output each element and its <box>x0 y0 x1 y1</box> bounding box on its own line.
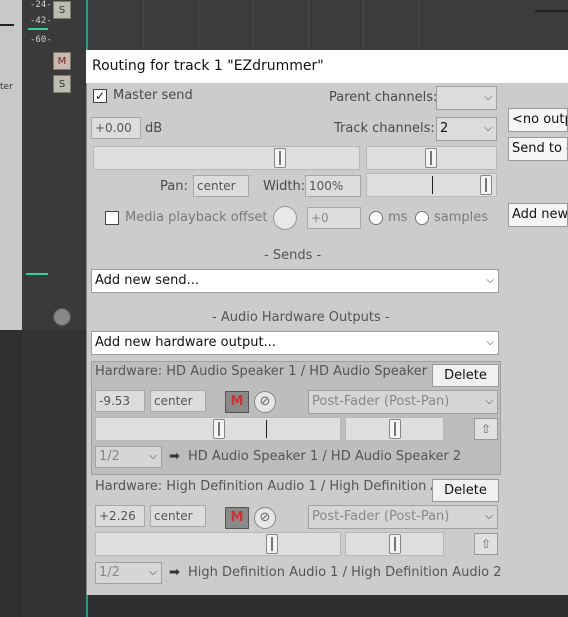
ms-radio[interactable] <box>369 211 383 225</box>
mute-button[interactable]: M <box>53 52 71 70</box>
delete-button[interactable]: Delete <box>432 364 499 387</box>
phase-invert-icon[interactable]: ⊘ <box>254 507 276 529</box>
media-offset-label: Media playback offset <box>125 210 268 225</box>
hw-channel-select[interactable]: 1/2 ⌵ <box>95 562 162 584</box>
track-channels-label: Track channels: <box>334 121 435 136</box>
chevron-down-icon: ⌵ <box>485 511 493 522</box>
dialog-title: Routing for track 1 "EZdrummer" <box>92 58 324 74</box>
envelope-icon[interactable]: ⇧ <box>474 418 498 440</box>
output-select[interactable]: <no outpu <box>508 108 568 132</box>
master-send-label: Master send <box>113 88 193 103</box>
track-label-partial: ter <box>0 82 13 92</box>
volume-unit: dB <box>145 121 163 136</box>
hw-volume-thumb[interactable] <box>266 534 278 554</box>
hw-pan-field[interactable]: center <box>150 505 206 527</box>
width-slider[interactable] <box>366 173 497 197</box>
pan-slider-thumb[interactable] <box>425 148 437 168</box>
track-channels-select[interactable]: 2 ⌵ <box>436 117 497 141</box>
chevron-down-icon: ⌵ <box>149 567 157 578</box>
hw-output-header: Hardware: HD Audio Speaker 1 / HD Audio … <box>95 364 440 379</box>
hw-volume-thumb[interactable] <box>213 419 225 439</box>
chevron-down-icon: ⌵ <box>485 396 493 407</box>
volume-slider-thumb[interactable] <box>274 148 286 168</box>
parent-channels-label: Parent channels: <box>329 90 438 105</box>
edit-cursor-bottom <box>86 595 88 617</box>
divider <box>0 24 14 26</box>
hw-destination: HD Audio Speaker 1 / HD Audio Speaker 2 <box>188 449 462 464</box>
hw-volume-zero-mark <box>266 420 267 438</box>
master-send-checkbox[interactable]: ✓ <box>93 89 107 103</box>
parent-channels-select[interactable]: ⌵ <box>436 86 497 110</box>
hw-channel-select[interactable]: 1/2 ⌵ <box>95 446 162 468</box>
meter-tick: -42- <box>30 16 52 26</box>
hw-pan-slider[interactable] <box>345 417 444 441</box>
send-to-button[interactable]: Send to o <box>508 137 568 161</box>
media-offset-checkbox[interactable] <box>105 211 119 225</box>
meter-peak <box>28 28 48 30</box>
hw-pan-thumb[interactable] <box>389 419 401 439</box>
solo-button[interactable]: S <box>53 1 71 19</box>
add-hw-output-select[interactable]: Add new hardware output... ⌵ <box>91 331 499 355</box>
hw-mute-button[interactable]: M <box>225 507 249 529</box>
pan-field[interactable]: center <box>193 175 249 197</box>
hw-pan-slider[interactable] <box>345 532 444 556</box>
phase-icon[interactable] <box>53 308 71 326</box>
chevron-down-icon: ⌵ <box>484 123 492 134</box>
offset-knob[interactable] <box>273 206 297 230</box>
volume-field[interactable]: +0.00 <box>91 117 141 139</box>
hw-mute-button[interactable]: M <box>225 391 249 413</box>
arrange-bottom <box>88 595 568 617</box>
arrow-right-icon: ➡ <box>169 565 180 580</box>
meter-tick: -60- <box>30 35 52 45</box>
arrow-right-icon: ➡ <box>169 449 180 464</box>
meter-level <box>26 273 48 275</box>
media-offset-field[interactable]: +0 <box>307 207 361 229</box>
width-field[interactable]: 100% <box>305 175 361 197</box>
envelope-icon[interactable]: ⇧ <box>474 533 498 555</box>
hw-outputs-heading: - Audio Hardware Outputs - <box>212 310 390 325</box>
ms-label: ms <box>388 210 408 225</box>
meter-tick: -24- <box>30 0 52 10</box>
delete-button[interactable]: Delete <box>432 479 499 502</box>
add-send-select[interactable]: Add new send... ⌵ <box>91 269 499 293</box>
pan-slider[interactable] <box>366 146 497 170</box>
hw-volume-field[interactable]: -9.53 <box>95 390 145 412</box>
hw-send-mode-select[interactable]: Post-Fader (Post-Pan) ⌵ <box>308 390 498 414</box>
phase-invert-icon[interactable]: ⊘ <box>254 391 276 413</box>
chevron-down-icon: ⌵ <box>484 92 492 103</box>
hw-volume-slider[interactable] <box>95 417 341 441</box>
edit-cursor <box>86 0 88 50</box>
width-label: Width: <box>263 179 306 194</box>
strip-empty <box>22 330 88 617</box>
samples-radio[interactable] <box>415 211 429 225</box>
add-new-receive-button[interactable]: Add new <box>508 203 568 227</box>
hw-send-mode-select[interactable]: Post-Fader (Post-Pan) ⌵ <box>308 505 498 529</box>
hw-destination: High Definition Audio 1 / High Definitio… <box>188 565 502 580</box>
volume-slider[interactable] <box>93 146 360 170</box>
hw-pan-field[interactable]: center <box>150 390 206 412</box>
chevron-down-icon: ⌵ <box>149 451 157 462</box>
solo-button-2[interactable]: S <box>53 75 71 93</box>
hw-volume-slider[interactable] <box>95 532 341 556</box>
mixer-panel-left <box>0 0 22 330</box>
arrange-view-right <box>450 0 568 50</box>
sends-heading: - Sends - <box>264 248 322 263</box>
hw-volume-field[interactable]: +2.26 <box>95 505 145 527</box>
track-edge <box>535 10 568 12</box>
width-slider-thumb[interactable] <box>480 175 492 195</box>
hw-output-header: Hardware: High Definition Audio 1 / High… <box>95 479 468 494</box>
width-center-mark <box>432 176 433 194</box>
chevron-down-icon: ⌵ <box>486 337 494 348</box>
pan-label: Pan: <box>160 179 188 194</box>
samples-label: samples <box>434 210 489 225</box>
hw-pan-thumb[interactable] <box>389 534 401 554</box>
empty-area <box>0 330 22 617</box>
chevron-down-icon: ⌵ <box>486 275 494 286</box>
